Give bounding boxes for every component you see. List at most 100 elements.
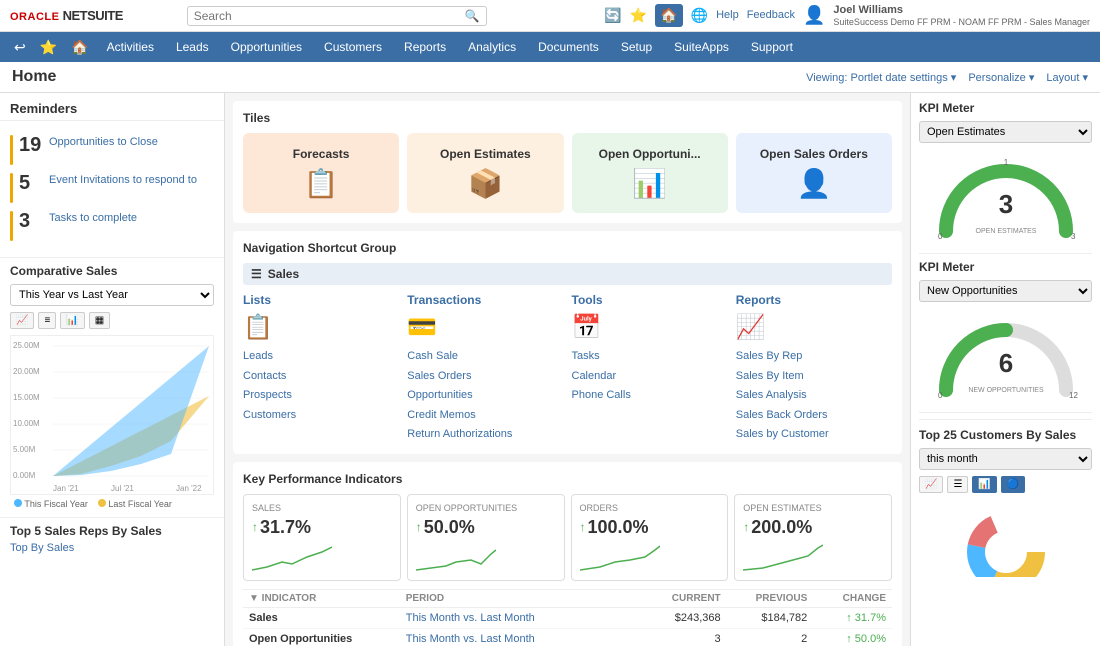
area-chart-btn[interactable]: 📊 xyxy=(60,312,84,329)
kpi-row-opps-current: 3 xyxy=(644,628,727,646)
nav-support[interactable]: Support xyxy=(741,36,803,58)
line-chart-btn[interactable]: 📈 xyxy=(10,312,34,329)
svg-text:OPEN ESTIMATES: OPEN ESTIMATES xyxy=(975,228,1036,235)
link-sales-by-customer[interactable]: Sales by Customer xyxy=(736,426,892,444)
nav-activities[interactable]: Activities xyxy=(97,36,164,58)
donut-chart xyxy=(941,497,1071,567)
link-contacts[interactable]: Contacts xyxy=(243,368,399,386)
reminder-bar-3 xyxy=(10,211,13,241)
comp-sales-title: Comparative Sales xyxy=(10,264,214,278)
bar-chart-btn[interactable]: ≡ xyxy=(38,312,56,329)
kpi-row-sales-current: $243,368 xyxy=(644,607,727,628)
nav-analytics[interactable]: Analytics xyxy=(458,36,526,58)
kpi-meter-2-select[interactable]: New Opportunities Open Estimates xyxy=(919,280,1092,302)
viewing-control[interactable]: Viewing: Portlet date settings ▾ xyxy=(806,71,956,84)
reminders-header: Reminders xyxy=(0,93,224,121)
nav-shortcuts-title: Navigation Shortcut Group xyxy=(243,241,892,255)
nav-setup[interactable]: Setup xyxy=(611,36,662,58)
nav-documents[interactable]: Documents xyxy=(528,36,609,58)
nav-opportunities[interactable]: Opportunities xyxy=(221,36,312,58)
personalize-control[interactable]: Personalize ▾ xyxy=(968,71,1034,84)
kpi-meter-2-section: KPI Meter New Opportunities Open Estimat… xyxy=(919,260,1092,400)
top-bar: ORACLE NETSUITE 🔍 🔄 ⭐ 🏠 🌐 Help Feedback … xyxy=(0,0,1100,32)
link-return-auth[interactable]: Return Authorizations xyxy=(407,426,563,444)
reminder-label-3[interactable]: Tasks to complete xyxy=(49,211,137,225)
kpi-table: ▼ INDICATOR PERIOD CURRENT PREVIOUS CHAN… xyxy=(243,589,892,646)
kpi-th-indicator: ▼ INDICATOR xyxy=(243,589,400,607)
right-panel: KPI Meter Open Estimates New Opportuniti… xyxy=(910,93,1100,646)
kpi-arrow-orders: ↑ xyxy=(580,520,586,534)
top-customers-select[interactable]: this month last month this quarter xyxy=(919,448,1092,470)
reminder-label-2[interactable]: Event Invitations to respond to xyxy=(49,173,197,187)
nav-suiteapps[interactable]: SuiteApps xyxy=(664,36,739,58)
link-calendar[interactable]: Calendar xyxy=(572,368,728,386)
kpi-meter-1-title: KPI Meter xyxy=(919,101,1092,115)
comp-sales-period-select[interactable]: This Year vs Last Year xyxy=(10,284,214,306)
tools-title: Tools xyxy=(572,293,728,307)
nav-reports[interactable]: Reports xyxy=(394,36,456,58)
link-opportunities[interactable]: Opportunities xyxy=(407,387,563,405)
user-info: Joel Williams SuiteSuccess Demo FF PRM -… xyxy=(833,3,1090,29)
kpi-th-change: CHANGE xyxy=(813,589,892,607)
tile-orders[interactable]: Open Sales Orders 👤 xyxy=(736,133,892,213)
kpi-row-sales-previous: $184,782 xyxy=(727,607,814,628)
top-by-sales-link[interactable]: Top By Sales xyxy=(10,542,214,554)
nav-customers[interactable]: Customers xyxy=(314,36,392,58)
home-icon[interactable]: 🏠 xyxy=(655,4,682,27)
nav-bar: ↩ ⭐ 🏠 Activities Leads Opportunities Cus… xyxy=(0,32,1100,62)
search-input[interactable] xyxy=(194,9,465,23)
kpi-th-previous: PREVIOUS xyxy=(727,589,814,607)
kpi-row-sales-period[interactable]: This Month vs. Last Month xyxy=(400,607,644,628)
link-sales-by-item[interactable]: Sales By Item xyxy=(736,368,892,386)
kpi-arrow-open-est: ↑ xyxy=(743,520,749,534)
help-link[interactable]: Help xyxy=(716,9,739,21)
kpi-row-opps-period[interactable]: This Month vs. Last Month xyxy=(400,628,644,646)
table-chart-btn[interactable]: ▦ xyxy=(89,312,110,329)
kpi-meter-1-select[interactable]: Open Estimates New Opportunities xyxy=(919,121,1092,143)
tile-opportunities-icon: 📊 xyxy=(632,167,667,200)
hamburger-icon: ☰ xyxy=(251,267,262,281)
search-box[interactable]: 🔍 xyxy=(187,6,487,26)
link-customers[interactable]: Customers xyxy=(243,407,399,425)
link-tasks[interactable]: Tasks xyxy=(572,348,728,366)
reminder-number-1: 19 xyxy=(19,135,43,155)
link-sales-analysis[interactable]: Sales Analysis xyxy=(736,387,892,405)
tiles-title: Tiles xyxy=(243,111,892,125)
kpi-row-sales-indicator: Sales xyxy=(243,607,400,628)
layout-control[interactable]: Layout ▾ xyxy=(1046,71,1088,84)
legend-last-year: Last Fiscal Year xyxy=(98,499,172,509)
translation-icon[interactable]: 🌐 xyxy=(691,7,708,24)
link-cash-sale[interactable]: Cash Sale xyxy=(407,348,563,366)
reminder-label-1[interactable]: Opportunities to Close xyxy=(49,135,158,149)
link-sales-orders[interactable]: Sales Orders xyxy=(407,368,563,386)
favorites-icon[interactable]: ⭐ xyxy=(630,7,647,24)
home-nav-icon[interactable]: 🏠 xyxy=(65,35,94,60)
bar-view-btn[interactable]: 📊 xyxy=(972,476,996,493)
svg-text:1: 1 xyxy=(1003,158,1008,167)
tile-opportunities[interactable]: Open Opportuni... 📊 xyxy=(572,133,728,213)
feedback-link[interactable]: Feedback xyxy=(747,9,795,21)
link-credit-memos[interactable]: Credit Memos xyxy=(407,407,563,425)
reminder-item-3: 3 Tasks to complete xyxy=(10,211,214,241)
tile-estimates[interactable]: Open Estimates 📦 xyxy=(407,133,563,213)
tile-estimates-label: Open Estimates xyxy=(440,147,531,161)
link-sales-by-rep[interactable]: Sales By Rep xyxy=(736,348,892,366)
sales-bar: ☰ Sales xyxy=(243,263,892,285)
kpi-meter-1-section: KPI Meter Open Estimates New Opportuniti… xyxy=(919,101,1092,241)
tile-forecasts[interactable]: Forecasts 📋 xyxy=(243,133,399,213)
nav-leads[interactable]: Leads xyxy=(166,36,219,58)
kpi-card-open-opps: OPEN OPPORTUNITIES ↑ 50.0% xyxy=(407,494,565,581)
link-leads[interactable]: Leads xyxy=(243,348,399,366)
link-sales-back-orders[interactable]: Sales Back Orders xyxy=(736,407,892,425)
center-panel: Tiles Forecasts 📋 Open Estimates 📦 Open … xyxy=(225,93,910,646)
back-icon[interactable]: ↩ xyxy=(8,35,32,60)
svg-text:Jan '22: Jan '22 xyxy=(176,484,202,493)
table-view-btn[interactable]: ☰ xyxy=(947,476,968,493)
activity-icon[interactable]: 🔄 xyxy=(604,7,621,24)
link-phone-calls[interactable]: Phone Calls xyxy=(572,387,728,405)
line-view-btn[interactable]: 📈 xyxy=(919,476,943,493)
link-prospects[interactable]: Prospects xyxy=(243,387,399,405)
favorites-nav-icon[interactable]: ⭐ xyxy=(34,35,63,60)
lists-icon: 📋 xyxy=(243,313,399,342)
pie-view-btn[interactable]: 🔵 xyxy=(1001,476,1025,493)
